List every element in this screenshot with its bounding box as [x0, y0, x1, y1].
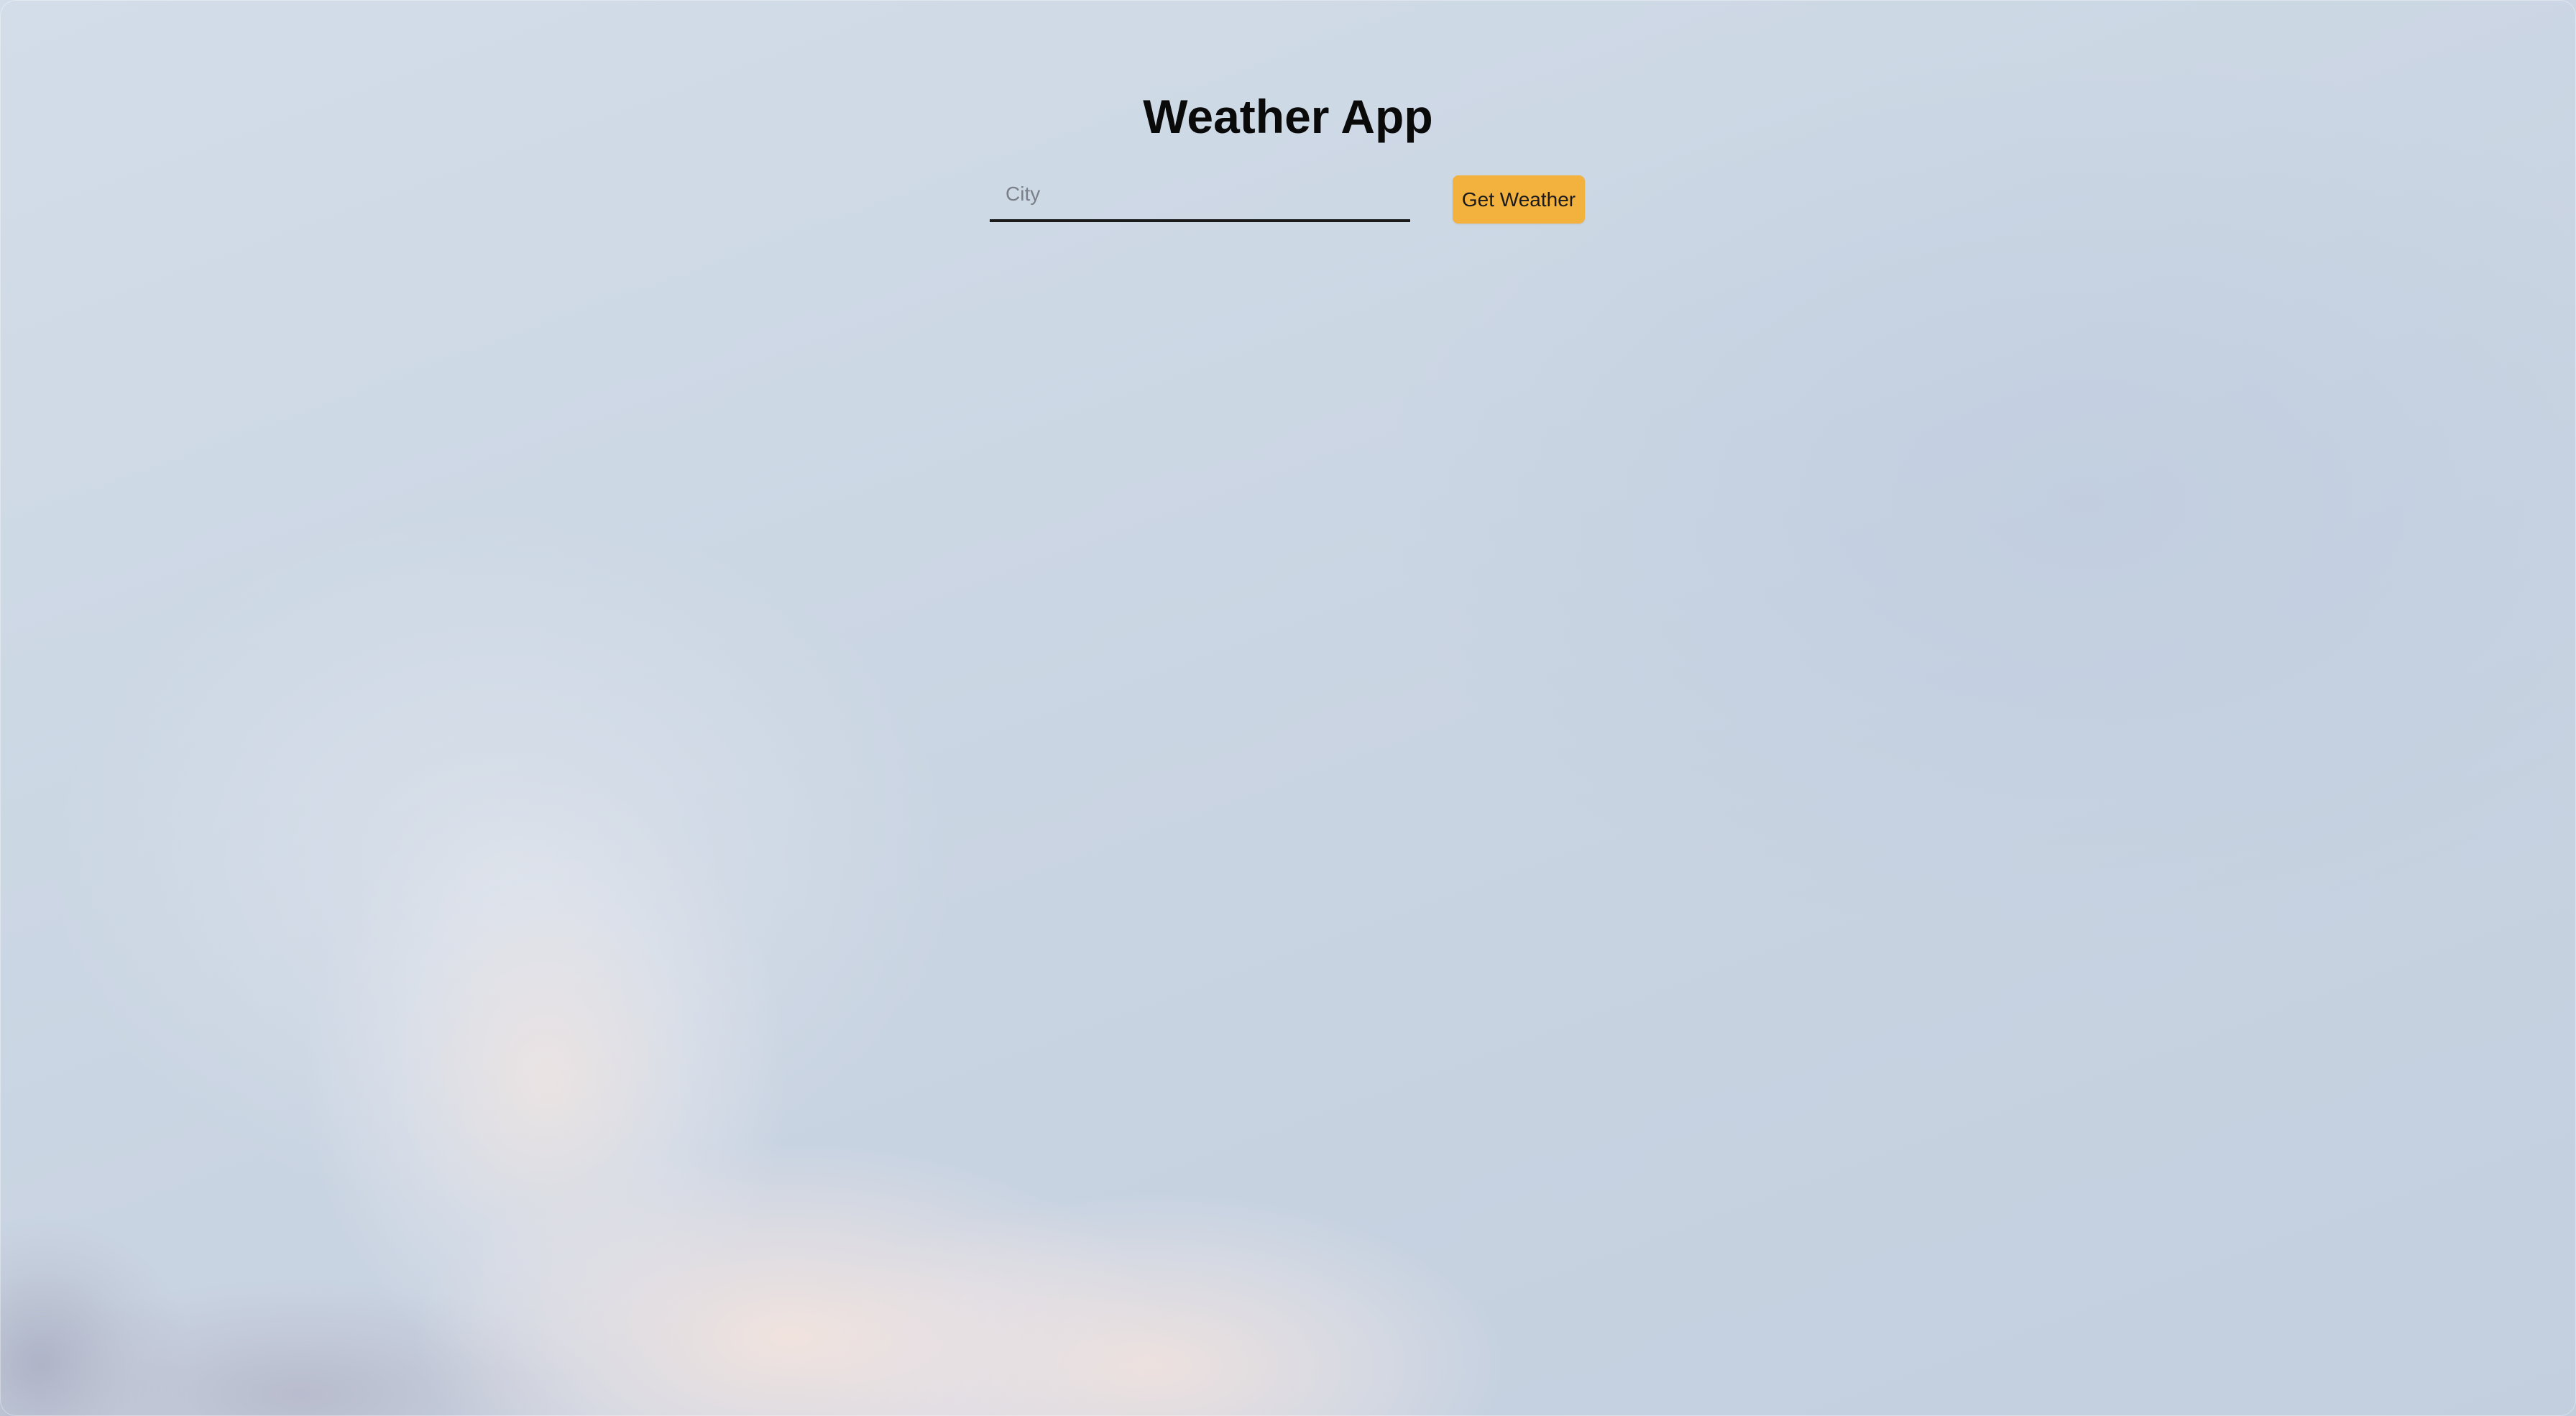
weather-app: Weather App Get Weather [0, 0, 2576, 1416]
city-input[interactable] [990, 175, 1410, 222]
city-search-form: Get Weather [990, 175, 1586, 225]
get-weather-button[interactable]: Get Weather [1453, 175, 1585, 224]
page-title: Weather App [1143, 90, 1433, 143]
